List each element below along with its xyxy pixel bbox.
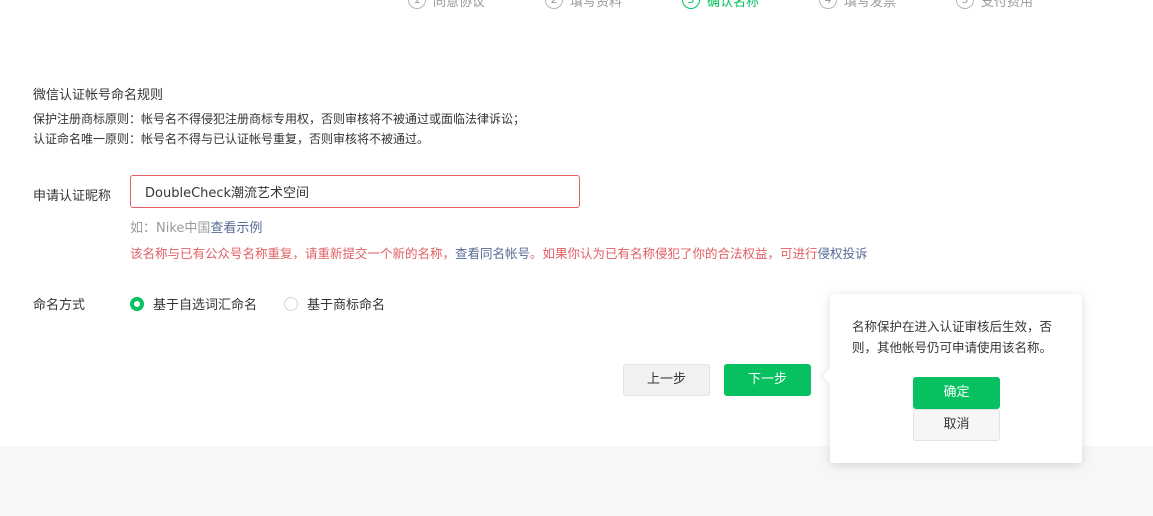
step-label: 填写发票: [844, 0, 897, 10]
error-text: 该名称与已有公众号名称重复，请重新提交一个新的名称，: [130, 246, 456, 261]
step-invoice: 4 填写发票: [819, 0, 896, 10]
view-same-name-link[interactable]: 查看同名帐号: [455, 246, 530, 261]
step-label: 支付费用: [981, 0, 1034, 10]
radio-label: 基于自选词汇命名: [153, 298, 258, 313]
error-text-mid: 。如果你认为已有名称侵犯了你的合法权益，可进行: [530, 246, 818, 261]
rule-trademark: 保护注册商标原则：帐号名不得侵犯注册商标专用权，否则审核将不被通过或面临法律诉讼…: [33, 112, 526, 126]
radio-unchecked-icon: [284, 296, 298, 311]
step-number: 4: [819, 0, 837, 9]
name-protection-popover: 名称保护在进入认证审核后生效，否则，其他帐号仍可申请使用该名称。 确定 取消: [821, 294, 1082, 463]
hint-example-text: 如：Nike中国: [130, 221, 211, 236]
view-example-link[interactable]: 查看示例: [210, 221, 262, 236]
radio-label: 基于商标命名: [307, 298, 386, 313]
rule-unique: 认证命名唯一原则：帐号名不得与已认证帐号重复，否则审核将不被通过。: [33, 132, 430, 146]
radio-trademark[interactable]: 基于商标命名: [284, 294, 385, 313]
nickname-hint: 如：Nike中国查看示例: [130, 217, 262, 236]
naming-method-label: 命名方式: [33, 298, 86, 313]
popover-message: 名称保护在进入认证审核后生效，否则，其他帐号仍可申请使用该名称。: [852, 319, 1053, 355]
naming-rules-title: 微信认证帐号命名规则: [33, 88, 164, 103]
step-number: 5: [956, 0, 974, 9]
step-confirm-name: 3 确认名称: [682, 0, 759, 10]
step-number: 3: [682, 0, 700, 9]
next-step-button[interactable]: 下一步: [724, 364, 811, 396]
infringement-complaint-link[interactable]: 侵权投诉: [818, 246, 868, 261]
radio-custom-vocabulary[interactable]: 基于自选词汇命名: [130, 294, 257, 313]
step-label: 填写资料: [570, 0, 623, 10]
step-fill-info: 2 填写资料: [545, 0, 622, 10]
duplicate-name-error: 该名称与已有公众号名称重复，请重新提交一个新的名称，查看同名帐号。如果你认为已有…: [130, 243, 868, 262]
step-agree: 1 同意协议: [408, 0, 485, 10]
step-label: 确认名称: [707, 0, 760, 10]
step-number: 1: [408, 0, 426, 9]
radio-checked-icon: [130, 296, 144, 311]
step-label: 同意协议: [433, 0, 486, 10]
nickname-input[interactable]: [130, 175, 580, 208]
previous-step-button[interactable]: 上一步: [623, 364, 710, 396]
step-number: 2: [545, 0, 563, 9]
nickname-label: 申请认证昵称: [33, 189, 112, 204]
step-indicator: 1 同意协议 2 填写资料 3 确认名称 4 填写发票 5 支付费用: [0, 0, 1153, 10]
popover-arrow: [821, 368, 837, 384]
confirm-button[interactable]: 确定: [913, 377, 1000, 409]
step-payment: 5 支付费用: [956, 0, 1033, 10]
cancel-button[interactable]: 取消: [913, 409, 1000, 441]
